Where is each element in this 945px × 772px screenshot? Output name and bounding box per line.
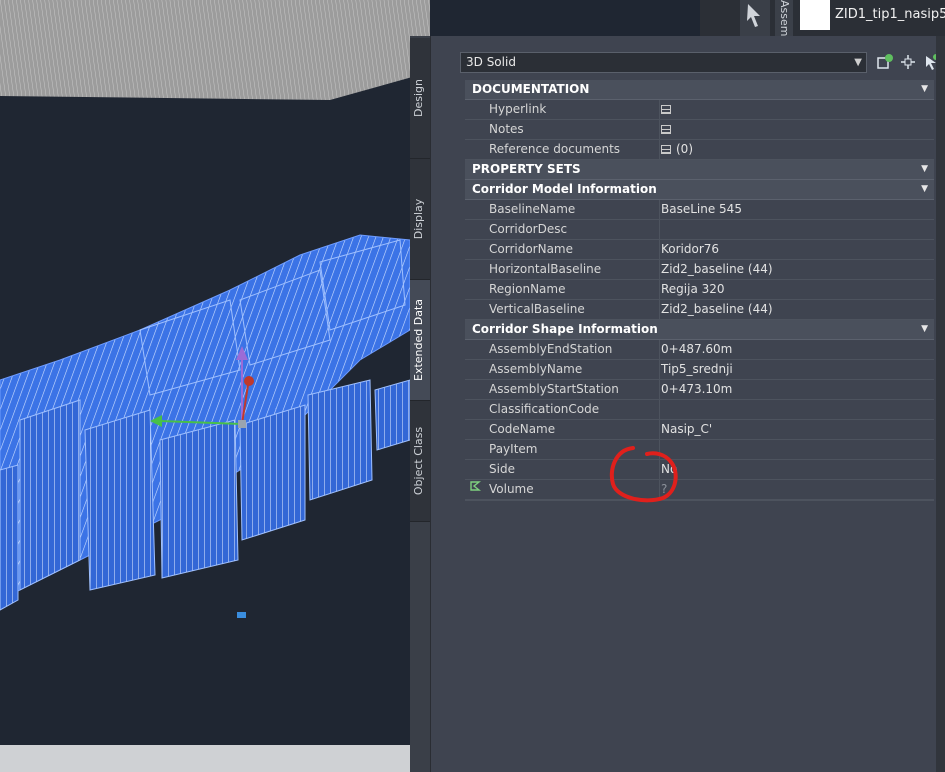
property-value[interactable]: Zid2_baseline (44) [661,260,773,278]
property-row[interactable]: AssemblyEndStation 0+487.60m [465,340,934,360]
tab-design[interactable]: Design [410,38,430,159]
section-corridor-model-information[interactable]: Corridor Model Information ▼ [465,180,934,200]
reference-count: (0) [676,142,693,156]
terrain-surface [0,0,430,100]
layer-name: ZID1_tip1_nasip5 [835,7,945,22]
tab-display-label: Display [412,198,425,240]
tab-extended-data[interactable]: Extended Data [410,280,430,401]
chevron-down-icon[interactable]: ▼ [921,320,928,339]
section-title: Corridor Shape Information [472,322,658,336]
property-name: HorizontalBaseline [488,260,660,279]
grid-divider [465,500,934,501]
property-value[interactable] [661,100,676,118]
model-viewport[interactable] [0,0,430,772]
chevron-down-icon[interactable]: ▼ [921,160,928,179]
table-icon [661,125,671,134]
annotation-circle [605,440,685,513]
table-icon [661,145,671,154]
section-documentation[interactable]: DOCUMENTATION ▼ [465,80,934,100]
property-grid: DOCUMENTATION ▼ Hyperlink Notes Referenc… [465,80,934,501]
palette-side-tabs: Design Display Extended Data Object Clas… [410,36,430,772]
property-row[interactable]: HorizontalBaseline Zid2_baseline (44) [465,260,934,280]
property-name: AssemblyEndStation [488,340,660,359]
object-type-select[interactable]: 3D Solid ▼ [460,52,867,73]
grip-marker[interactable] [237,612,246,618]
palette-content: 3D Solid ▼ DOCUMENTATION ▼ Hyperlink Not… [430,36,939,772]
section-title: PROPERTY SETS [472,162,581,176]
property-name: ClassificationCode [488,400,660,419]
tab-display[interactable]: Display [410,159,430,280]
property-name: Reference documents [488,140,660,159]
tab-object-class[interactable]: Object Class [410,401,430,522]
quick-select-icon[interactable] [875,53,895,73]
property-row[interactable]: RegionName Regija 320 [465,280,934,300]
property-value[interactable]: Tip5_srednji [661,360,733,378]
section-property-sets[interactable]: PROPERTY SETS ▼ [465,160,934,180]
object-type-value: 3D Solid [466,55,516,69]
pick-point-icon[interactable] [898,53,918,73]
chevron-down-icon[interactable]: ▼ [921,180,928,199]
table-icon [661,105,671,114]
property-row[interactable]: Notes [465,120,934,140]
property-value[interactable]: BaseLine 545 [661,200,742,218]
property-row[interactable]: VerticalBaseline Zid2_baseline (44) [465,300,934,320]
layer-color-swatch [800,0,830,30]
formula-icon [469,480,481,498]
palette-scroll-strip[interactable] [936,36,945,772]
chevron-down-icon[interactable]: ▼ [921,80,928,99]
properties-palette: Design Display Extended Data Object Clas… [410,36,945,772]
property-name: CodeName [488,420,660,439]
section-title: Corridor Model Information [472,182,657,196]
viewport-canvas[interactable] [0,0,430,772]
property-row[interactable]: CorridorName Koridor76 [465,240,934,260]
assembly-tab[interactable]: Assem... [775,0,793,36]
property-name: AssemblyStartStation [488,380,660,399]
property-name: CorridorName [488,240,660,259]
tab-extended-data-label: Extended Data [412,298,425,382]
property-name: AssemblyName [488,360,660,379]
property-row[interactable]: ClassificationCode [465,400,934,420]
property-row[interactable]: AssemblyName Tip5_srednji [465,360,934,380]
property-name: Hyperlink [488,100,660,119]
property-name: Notes [488,120,660,139]
property-row[interactable]: Hyperlink [465,100,934,120]
property-value[interactable]: Koridor76 [661,240,719,258]
viewport-status-strip [0,745,430,772]
property-name: CorridorDesc [488,220,660,239]
property-row[interactable]: CorridorDesc [465,220,934,240]
property-value[interactable]: 0+487.60m [661,340,732,358]
property-value[interactable] [661,120,676,138]
property-name: VerticalBaseline [488,300,660,319]
property-name: BaselineName [488,200,660,219]
property-value[interactable]: (0) [661,140,693,158]
assembly-icon[interactable] [740,0,770,36]
property-row[interactable]: BaselineName BaseLine 545 [465,200,934,220]
property-row[interactable]: Reference documents (0) [465,140,934,160]
property-row[interactable]: AssemblyStartStation 0+473.10m [465,380,934,400]
property-value[interactable]: Nasip_C' [661,420,712,438]
property-name: RegionName [488,280,660,299]
property-value[interactable]: Regija 320 [661,280,725,298]
section-corridor-shape-information[interactable]: Corridor Shape Information ▼ [465,320,934,340]
chevron-down-icon[interactable]: ▼ [854,53,862,72]
property-row[interactable]: CodeName Nasip_C' [465,420,934,440]
property-row[interactable]: Volume ? [465,480,934,500]
property-row[interactable]: PayItem [465,440,934,460]
tab-design-label: Design [412,79,425,117]
section-title: DOCUMENTATION [472,82,590,96]
property-value[interactable]: Zid2_baseline (44) [661,300,773,318]
property-row[interactable]: Side No [465,460,934,480]
property-value[interactable]: 0+473.10m [661,380,732,398]
tab-object-class-label: Object Class [412,426,425,496]
